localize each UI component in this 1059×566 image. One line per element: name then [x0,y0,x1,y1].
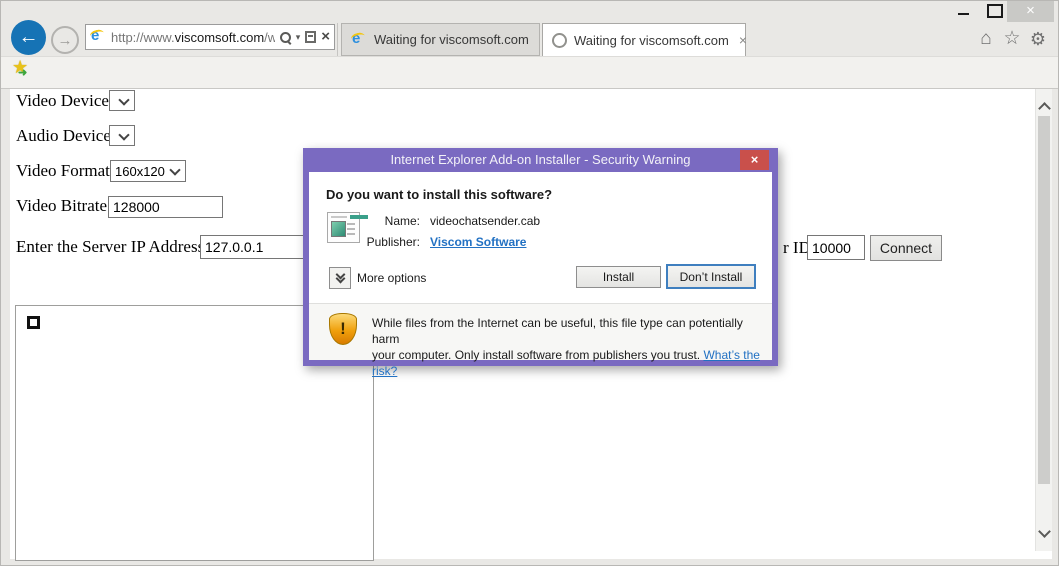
content-divider [1,88,1059,89]
stop-icon: × [321,30,330,44]
warning-line1: While files from the Internet can be use… [372,316,743,346]
server-ip-label: Enter the Server IP Address [16,237,204,257]
name-label: Name: [349,214,420,228]
audio-device-label: Audio Device [16,126,111,146]
window-close-button[interactable]: × [1007,1,1054,22]
forward-icon: → [58,32,73,49]
user-id-input[interactable] [807,235,865,260]
more-options-label: More options [357,271,426,285]
chevron-down-icon [118,94,129,105]
publisher-link[interactable]: Viscom Software [430,235,526,249]
url-domain: viscomsoft.com [175,30,265,45]
warning-text: While files from the Internet can be use… [372,315,762,379]
vertical-scrollbar[interactable] [1035,89,1052,551]
back-icon: ← [19,26,39,49]
refresh-icon [305,31,316,43]
video-device-select[interactable] [109,90,135,111]
chevron-down-icon: ▾ [296,32,301,43]
chevron-down-icon [169,164,180,175]
audio-device-select[interactable] [109,125,135,146]
dialog-title: Internet Explorer Add-on Installer - Sec… [303,148,778,172]
dialog-question: Do you want to install this software? [326,187,552,202]
video-format-label: Video Format [16,161,110,181]
connect-button[interactable]: Connect [870,235,942,261]
address-bar[interactable]: e http://www.viscomsoft.com/w ▾ × [85,24,335,50]
tab-label: Waiting for viscomsoft.com [374,32,529,47]
install-button[interactable]: Install [576,266,661,288]
tab-close-button[interactable]: × [739,34,747,46]
maximize-icon [987,4,1003,18]
url-suffix: /w [264,30,275,45]
window-frame-left [1,89,10,566]
video-bitrate-label: Video Bitrate [16,196,107,216]
favorites-bar [1,56,1059,89]
warning-line2: your computer. Only install software fro… [372,348,700,362]
scrollbar-thumb[interactable] [1038,116,1050,484]
favorites-arrow-icon: ➜ [18,66,27,79]
security-warning-dialog: Internet Explorer Add-on Installer - Sec… [303,148,778,366]
scroll-up-icon[interactable] [1038,102,1051,115]
minimize-button[interactable] [949,1,977,21]
window-frame-right [1052,89,1059,566]
video-format-value: 160x120 [111,164,171,179]
refresh-button[interactable] [305,31,316,43]
forward-button[interactable]: → [51,26,79,54]
publisher-label: Publisher: [349,235,420,249]
star-icon: ☆ [1003,28,1020,49]
minimize-icon [958,13,969,15]
ie-logo-icon: e [351,32,367,48]
dialog-body: Do you want to install this software? Na… [309,172,772,360]
tab-waiting-1[interactable]: e Waiting for viscomsoft.com [341,23,540,56]
search-button[interactable] [280,32,291,43]
warning-shield-icon: ! [329,313,357,345]
ie-logo-icon: e [90,29,106,45]
video-bitrate-input[interactable] [108,196,223,218]
address-dropdown-button[interactable]: ▾ [296,32,301,43]
close-icon: × [751,152,759,167]
url-text[interactable]: http://www.viscomsoft.com/w [111,30,275,45]
home-icon: ⌂ [980,28,991,49]
loading-spinner-icon [552,33,567,48]
more-options-button[interactable] [329,267,351,289]
url-prefix: http://www. [111,30,175,45]
stop-button[interactable]: × [321,30,330,44]
video-device-label: Video Device [16,91,109,111]
tab-waiting-2-active[interactable]: Waiting for viscomsoft.com × [542,23,746,56]
missing-plugin-icon [27,316,40,329]
warning-band: ! While files from the Internet can be u… [309,304,772,360]
add-favorite-button[interactable]: ★ ➜ [12,59,34,81]
browser-window: × ← → e http://www.viscomsoft.com/w ▾ × … [0,0,1059,566]
favorites-button[interactable]: ☆ [1001,28,1023,50]
chevron-down-icon [118,129,129,140]
dont-install-button[interactable]: Don’t Install [666,264,756,289]
dialog-close-button[interactable]: × [740,150,769,170]
back-button[interactable]: ← [11,20,46,55]
tab-separator [337,23,338,56]
gear-icon: ⚙ [1030,29,1046,49]
window-close-icon: × [1026,2,1035,19]
home-button[interactable]: ⌂ [975,28,997,50]
maximize-button[interactable] [981,1,1009,21]
tab-label: Waiting for viscomsoft.com [574,33,729,48]
search-icon [280,32,291,43]
video-format-select[interactable]: 160x120 [110,160,186,182]
settings-button[interactable]: ⚙ [1027,28,1049,50]
scroll-down-icon[interactable] [1038,525,1051,538]
name-value: videochatsender.cab [430,214,540,228]
